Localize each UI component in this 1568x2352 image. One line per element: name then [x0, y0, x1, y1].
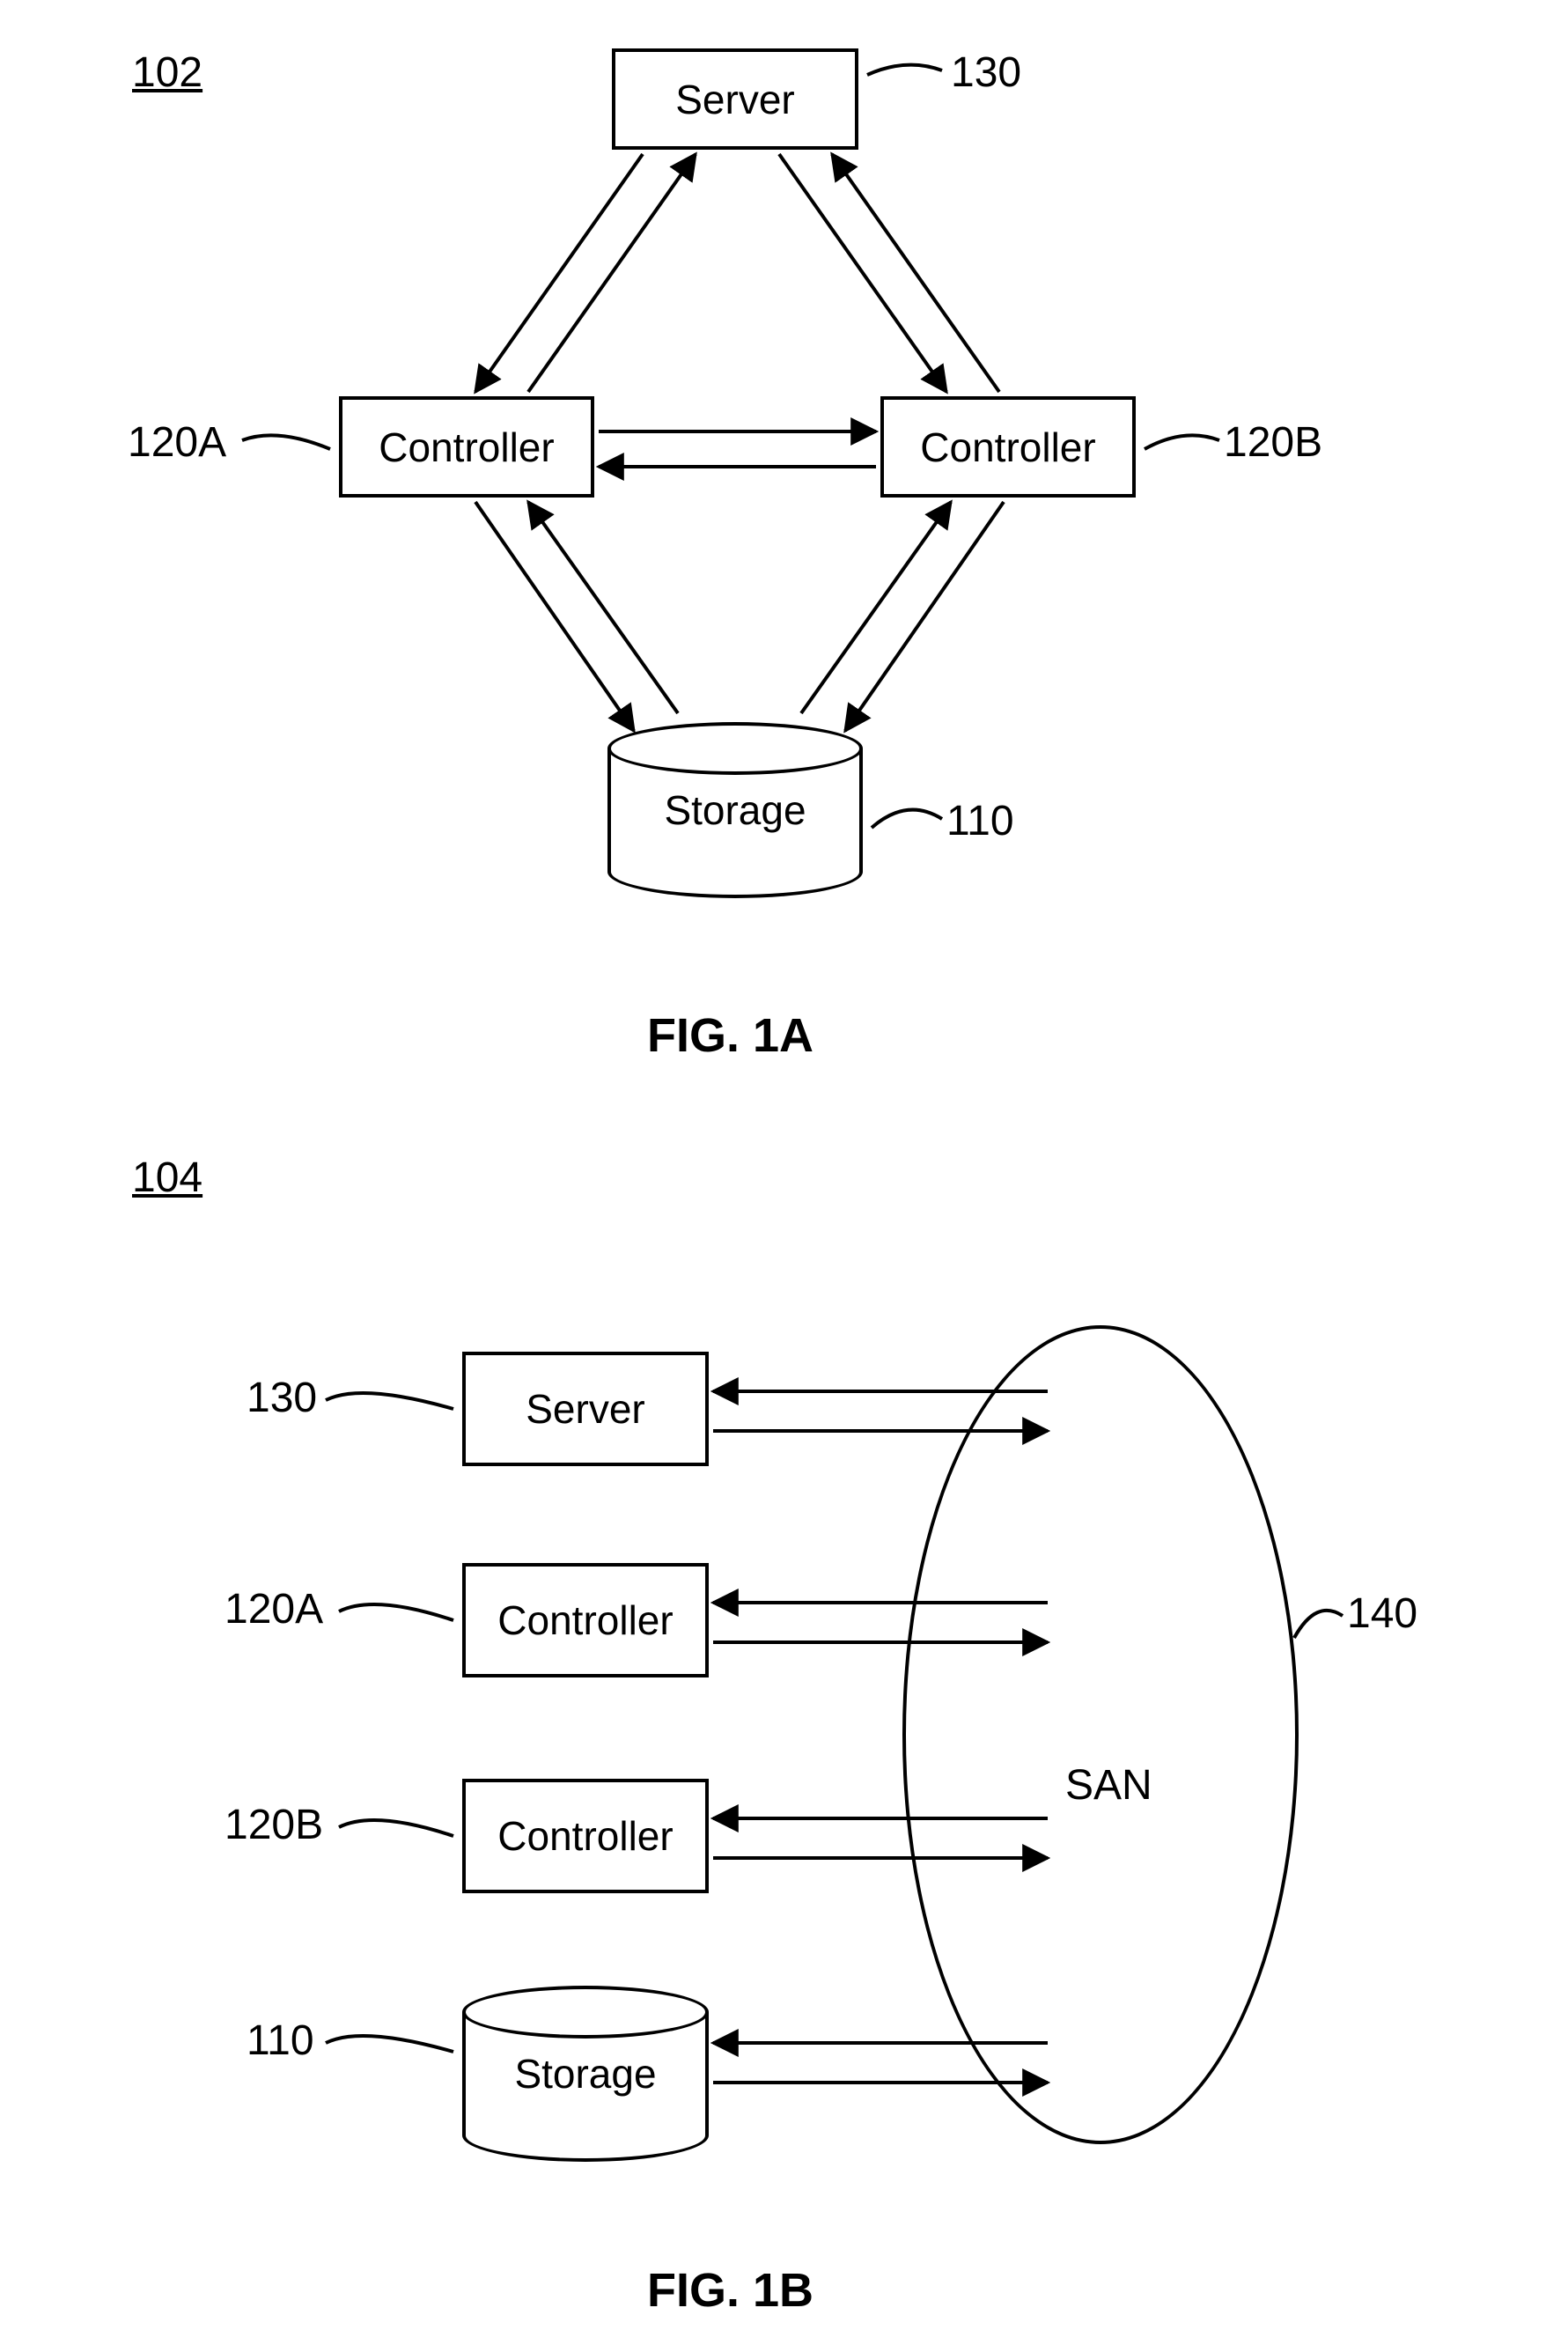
controller-a-callout-a: 120A [128, 418, 226, 467]
controller-a-box-a: Controller [339, 396, 594, 498]
controller-a-label-b: Controller [497, 1596, 673, 1644]
server-callout-a: 130 [951, 48, 1021, 97]
storage-label-b: Storage [514, 2050, 656, 2098]
storage-cyl-b: Storage [462, 1986, 709, 2162]
fig-b-ref: 104 [132, 1154, 202, 1202]
controller-b-callout-b: 120B [225, 1801, 323, 1849]
fig-a-ref: 102 [132, 48, 202, 97]
storage-callout-b: 110 [247, 2017, 314, 2065]
fig-b-caption: FIG. 1B [647, 2263, 813, 2318]
fig-a-caption: FIG. 1A [647, 1008, 813, 1063]
controller-b-box-b: Controller [462, 1779, 709, 1893]
server-label-b: Server [526, 1385, 644, 1433]
san-callout: 140 [1347, 1589, 1417, 1638]
san-ellipse [902, 1325, 1299, 2144]
controller-b-label-a: Controller [920, 424, 1095, 471]
controller-a-label-a: Controller [379, 424, 554, 471]
storage-callout-a: 110 [946, 797, 1014, 845]
storage-label-a: Storage [664, 786, 806, 834]
controller-b-box-a: Controller [880, 396, 1136, 498]
controller-b-label-b: Controller [497, 1812, 673, 1860]
arrows-overlay [0, 0, 1568, 2352]
controller-a-callout-b: 120A [225, 1585, 323, 1633]
server-box-b: Server [462, 1352, 709, 1466]
server-box-a: Server [612, 48, 858, 150]
controller-a-box-b: Controller [462, 1563, 709, 1677]
controller-b-callout-a: 120B [1224, 418, 1322, 467]
server-callout-b: 130 [247, 1374, 317, 1422]
storage-cyl-a: Storage [607, 722, 863, 898]
server-label-a: Server [675, 76, 794, 123]
san-label: SAN [1065, 1761, 1152, 1810]
